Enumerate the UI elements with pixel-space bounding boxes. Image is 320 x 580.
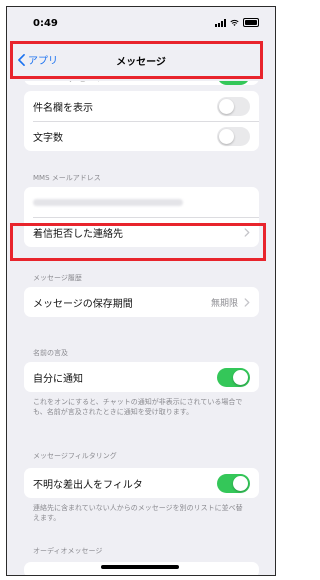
notify-me-toggle[interactable] [217,367,250,387]
audio-messages-header: オーディオメッセージ [33,547,103,555]
filter-unknown-senders-row[interactable]: 不明な差出人をフィルタ [24,468,259,498]
notify-me-row[interactable]: 自分に通知 [24,362,259,392]
blocked-contacts-row[interactable]: 着信拒否した連絡先 [24,217,259,247]
message-filtering-header: メッセージフィルタリング [33,452,117,460]
settings-group-history: メッセージの保存期間 無期限 [24,287,259,317]
keep-messages-row[interactable]: メッセージの保存期間 無期限 [24,287,259,317]
battery-icon [243,18,259,27]
character-count-toggle[interactable] [217,126,250,146]
show-subject-label: 件名欄を表示 [33,102,93,114]
toggle-knob [233,475,248,491]
chevron-right-icon [244,297,250,307]
filter-unknown-senders-label: 不明な差出人をフィルタ [33,479,143,491]
mms-address-value-blurred [33,198,183,206]
character-count-row[interactable]: 文字数 [24,121,259,151]
wifi-icon [230,19,239,26]
status-bar: 0:49 [7,7,275,41]
toggle-knob [219,128,234,144]
keep-messages-label: メッセージの保存期間 [33,298,133,310]
toggle-knob [233,369,248,385]
settings-group-filtering: 不明な差出人をフィルタ [24,468,259,498]
filter-unknown-senders-toggle[interactable] [217,473,250,493]
settings-group-mms-address: 着信拒否した連絡先 [24,187,259,247]
show-subject-toggle[interactable] [217,96,250,116]
settings-group-mentions: 自分に通知 [24,362,259,392]
toggle-knob [219,98,234,114]
character-count-label: 文字数 [33,132,63,144]
navigation-bar: アプリ メッセージ [7,41,275,81]
mms-address-field[interactable] [24,187,259,217]
mentions-header: 名前の言及 [33,349,68,357]
mms-address-header: MMS メールアドレス [33,174,101,182]
show-subject-row[interactable]: 件名欄を表示 [24,91,259,121]
blocked-contacts-label: 着信拒否した連絡先 [33,228,123,240]
notify-me-label: 自分に通知 [33,373,83,385]
cellular-signal-icon [215,18,226,27]
home-indicator [101,565,179,569]
settings-group-display: 件名欄を表示 文字数 [24,91,259,151]
phone-screen: 0:49 MMSメッセージ アプリ メッセージ [6,6,276,576]
filtering-footnote: 連絡先に含まれていない人からのメッセージを別のリストに並べ替えます。 [33,504,243,522]
chevron-right-icon [244,227,250,237]
status-icons [215,18,259,27]
page-title: メッセージ [116,57,166,68]
message-history-header: メッセージ履歴 [33,274,82,282]
status-time: 0:49 [33,18,58,29]
keep-messages-value: 無期限 [210,298,238,309]
mentions-footnote: これをオンにすると、チャットの通知が非表示にされている場合でも、名前が言及された… [33,398,243,416]
